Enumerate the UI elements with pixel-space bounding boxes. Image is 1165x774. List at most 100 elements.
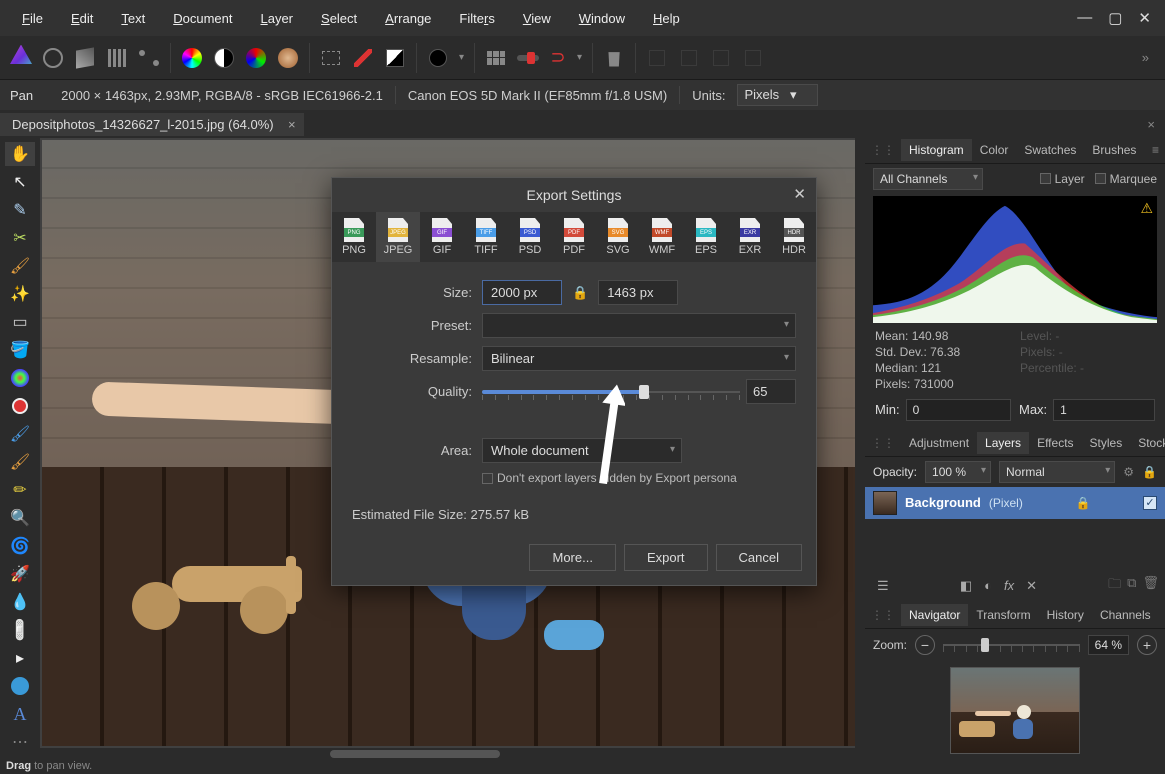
persona-tone-icon[interactable] [106,47,128,69]
tab-stock[interactable]: Stock [1130,432,1165,454]
format-svg[interactable]: SVGSVG [596,212,640,262]
aspect-lock-icon[interactable]: 🔒 [568,285,592,301]
tab-layers[interactable]: Layers [977,432,1029,454]
tools-overflow-icon[interactable]: ⋯ [5,730,35,754]
menu-arrange[interactable]: Arrange [371,5,445,32]
tab-channels[interactable]: Channels [1092,604,1159,626]
mask-icon[interactable]: ◧ [960,578,972,594]
layer-checkbox[interactable]: Layer [1040,172,1085,186]
panel-grip-icon[interactable]: ⋮⋮ [865,143,901,157]
vertical-scrollbar[interactable] [855,138,865,748]
quality-slider[interactable] [482,382,740,402]
height-input[interactable]: 1463 px [598,280,678,305]
format-wmf[interactable]: WMFWMF [640,212,684,262]
quality-value[interactable]: 65 [746,379,796,404]
shape-tool-icon[interactable] [5,674,35,698]
arrange-2-icon[interactable] [678,47,700,69]
bw-icon[interactable] [384,47,406,69]
close-tab-icon[interactable]: × [288,117,296,132]
preset-select[interactable] [482,313,796,338]
rgb-circle-icon[interactable] [245,47,267,69]
soft-proof-icon[interactable] [277,47,299,69]
opacity-select[interactable]: 100 % [925,461,991,483]
format-png[interactable]: PNGPNG [332,212,376,262]
format-hdr[interactable]: HDRHDR [772,212,816,262]
smudge-tool-icon[interactable]: 🖌 [5,450,35,474]
tab-close-all-icon[interactable]: × [1137,117,1165,132]
arrange-4-icon[interactable] [742,47,764,69]
cancel-button[interactable]: Cancel [716,544,802,571]
blur-tool-icon[interactable]: 💧 [5,590,35,614]
dropdown-caret-icon[interactable]: ▾ [459,52,464,63]
panel-grip-icon[interactable]: ⋮⋮ [865,436,901,450]
window-close-icon[interactable]: ✕ [1138,9,1151,27]
zoom-out-button[interactable]: − [915,635,935,655]
tab-effects[interactable]: Effects [1029,432,1081,454]
trash-icon[interactable] [603,47,625,69]
zoom-value[interactable]: 64 % [1088,635,1129,655]
hand-tool-icon[interactable]: ✋ [5,142,35,166]
format-eps[interactable]: EPSEPS [684,212,728,262]
layers-stack-icon[interactable]: ☰ [877,578,889,594]
blend-mode-select[interactable]: Normal [999,461,1115,483]
node-tool-icon[interactable]: ▸ [5,646,35,670]
format-gif[interactable]: GIFGIF [420,212,464,262]
fx-icon[interactable]: fx [1004,578,1014,593]
panel-grip-icon[interactable]: ⋮⋮ [865,608,901,622]
dropdown-caret-icon[interactable]: ▾ [577,52,582,63]
window-minimize-icon[interactable]: — [1077,9,1092,27]
tab-styles[interactable]: Styles [1082,432,1131,454]
wand-tool-icon[interactable]: ✨ [5,282,35,306]
window-maximize-icon[interactable]: ▢ [1108,9,1122,27]
persona-develop-icon[interactable] [74,47,96,69]
tab-histogram[interactable]: Histogram [901,139,972,161]
navigator-thumbnail[interactable] [950,667,1080,754]
format-jpeg[interactable]: JPEGJPEG [376,212,420,262]
liquify-tool-icon[interactable]: 🌀 [5,534,35,558]
move-tool-icon[interactable]: ↖ [5,170,35,194]
menu-filters[interactable]: Filters [445,5,508,32]
lock-icon[interactable]: 🔒 [1142,465,1157,479]
brush-tool-icon[interactable]: 🖌 [5,254,35,278]
record-tool-icon[interactable] [5,394,35,418]
channels-select[interactable]: All Channels [873,168,983,190]
color-picker-tool-icon[interactable]: ✎ [5,198,35,222]
zoom-slider[interactable] [943,636,1080,654]
menu-help[interactable]: Help [639,5,694,32]
zoom-tool-icon[interactable]: 🔍 [5,506,35,530]
min-input[interactable]: 0 [906,399,1011,421]
menu-layer[interactable]: Layer [246,5,307,32]
persona-liquify-icon[interactable] [42,47,64,69]
toolbar-overflow-icon[interactable]: » [1136,50,1155,65]
close-x-icon[interactable]: ✕ [1026,578,1037,594]
tab-navigator[interactable]: Navigator [901,604,968,626]
heal-tool-icon[interactable]: 🩹 [1,611,39,649]
tab-color[interactable]: Color [972,139,1017,161]
delete-layer-icon[interactable]: 🗑 [1142,575,1159,597]
contrast-icon[interactable] [213,47,235,69]
format-psd[interactable]: PSDPSD [508,212,552,262]
fill-tool-icon[interactable]: 🪣 [5,338,35,362]
crop-tool-icon[interactable]: ✂ [5,226,35,250]
tab-brushes[interactable]: Brushes [1084,139,1144,161]
arrange-3-icon[interactable] [710,47,732,69]
diagonal-icon[interactable] [352,47,374,69]
black-dot-icon[interactable] [427,47,449,69]
text-tool-icon[interactable]: A [5,702,35,726]
menu-edit[interactable]: Edit [57,5,107,32]
duplicate-icon[interactable]: ⧉ [1127,575,1136,597]
menu-file[interactable]: File [8,5,57,32]
menu-document[interactable]: Document [159,5,246,32]
dialog-close-icon[interactable]: ✕ [793,185,806,203]
format-pdf[interactable]: PDFPDF [552,212,596,262]
tab-transform[interactable]: Transform [968,604,1038,626]
format-tiff[interactable]: TIFFTIFF [464,212,508,262]
pencil-tool-icon[interactable]: ✏ [5,478,35,502]
gradient-tool-icon[interactable] [5,366,35,390]
persona-export-icon[interactable] [138,47,160,69]
layer-visible-checkbox[interactable]: ✓ [1143,496,1157,510]
marquee-tool-icon[interactable]: ▭ [5,310,35,334]
panel-menu-icon[interactable]: ≡ [1146,143,1165,157]
arrange-1-icon[interactable] [646,47,668,69]
app-logo-icon[interactable] [10,47,32,69]
